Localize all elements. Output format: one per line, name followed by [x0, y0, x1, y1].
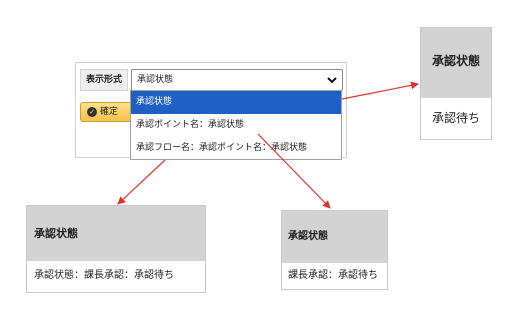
arrow-to-point-card	[257, 133, 331, 209]
arrow-to-flow-card	[117, 159, 166, 205]
callout-arrows	[117, 81, 419, 209]
arrow-to-state-card	[341, 81, 419, 100]
